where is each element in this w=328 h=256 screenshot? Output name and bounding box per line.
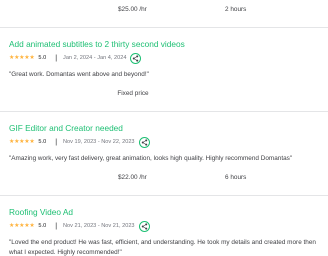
share-icon [141,222,147,230]
rating-row: ★★★★★ 5.0 | Nov 21, 2023 - Nov 21, 2023 [9,220,150,232]
separator: | [55,54,58,62]
rating-score: 5.0 [38,55,47,61]
review-text: "Loved the end product! He was fast, eff… [9,239,316,256]
share-icon [133,54,139,62]
job-dates: Nov 21, 2023 - Nov 21, 2023 [63,223,135,229]
star-icons: ★★★★★ [9,223,35,229]
rating-score: 5.0 [38,139,47,145]
divider [0,195,328,196]
rating-score: 5.0 [38,223,47,229]
job-dates: Nov 19, 2023 - Nov 22, 2023 [63,139,135,145]
fixed-price-label: Fixed price [117,90,149,97]
job-title-link[interactable]: Roofing Video Ad [9,207,73,217]
job-dates: Jan 2, 2024 - Jan 4, 2024 [63,55,127,61]
star-icons: ★★★★★ [9,139,35,145]
star-icons: ★★★★★ [9,55,35,61]
review-text: "Great work. Domantas went above and bey… [9,71,149,78]
share-icon [141,138,147,146]
hours-worked: 6 hours [225,174,247,181]
divider [0,27,328,28]
hours-worked: 2 hours [225,6,247,13]
share-button[interactable] [138,220,150,232]
divider [0,111,328,112]
separator: | [55,222,58,230]
hourly-rate: $22.00 /hr [118,174,147,181]
review-text: "Amazing work, very fast delivery, great… [9,155,293,162]
hourly-rate: $25.00 /hr [118,6,147,13]
share-button[interactable] [130,52,142,64]
rating-row: ★★★★★ 5.0 | Nov 19, 2023 - Nov 22, 2023 [9,136,150,148]
rating-row: ★★★★★ 5.0 | Jan 2, 2024 - Jan 4, 2024 [9,52,142,64]
job-title-link[interactable]: Add animated subtitles to 2 thirty secon… [9,39,185,49]
share-button[interactable] [138,136,150,148]
job-title-link[interactable]: GIF Editor and Creator needed [9,123,123,133]
separator: | [55,138,58,146]
